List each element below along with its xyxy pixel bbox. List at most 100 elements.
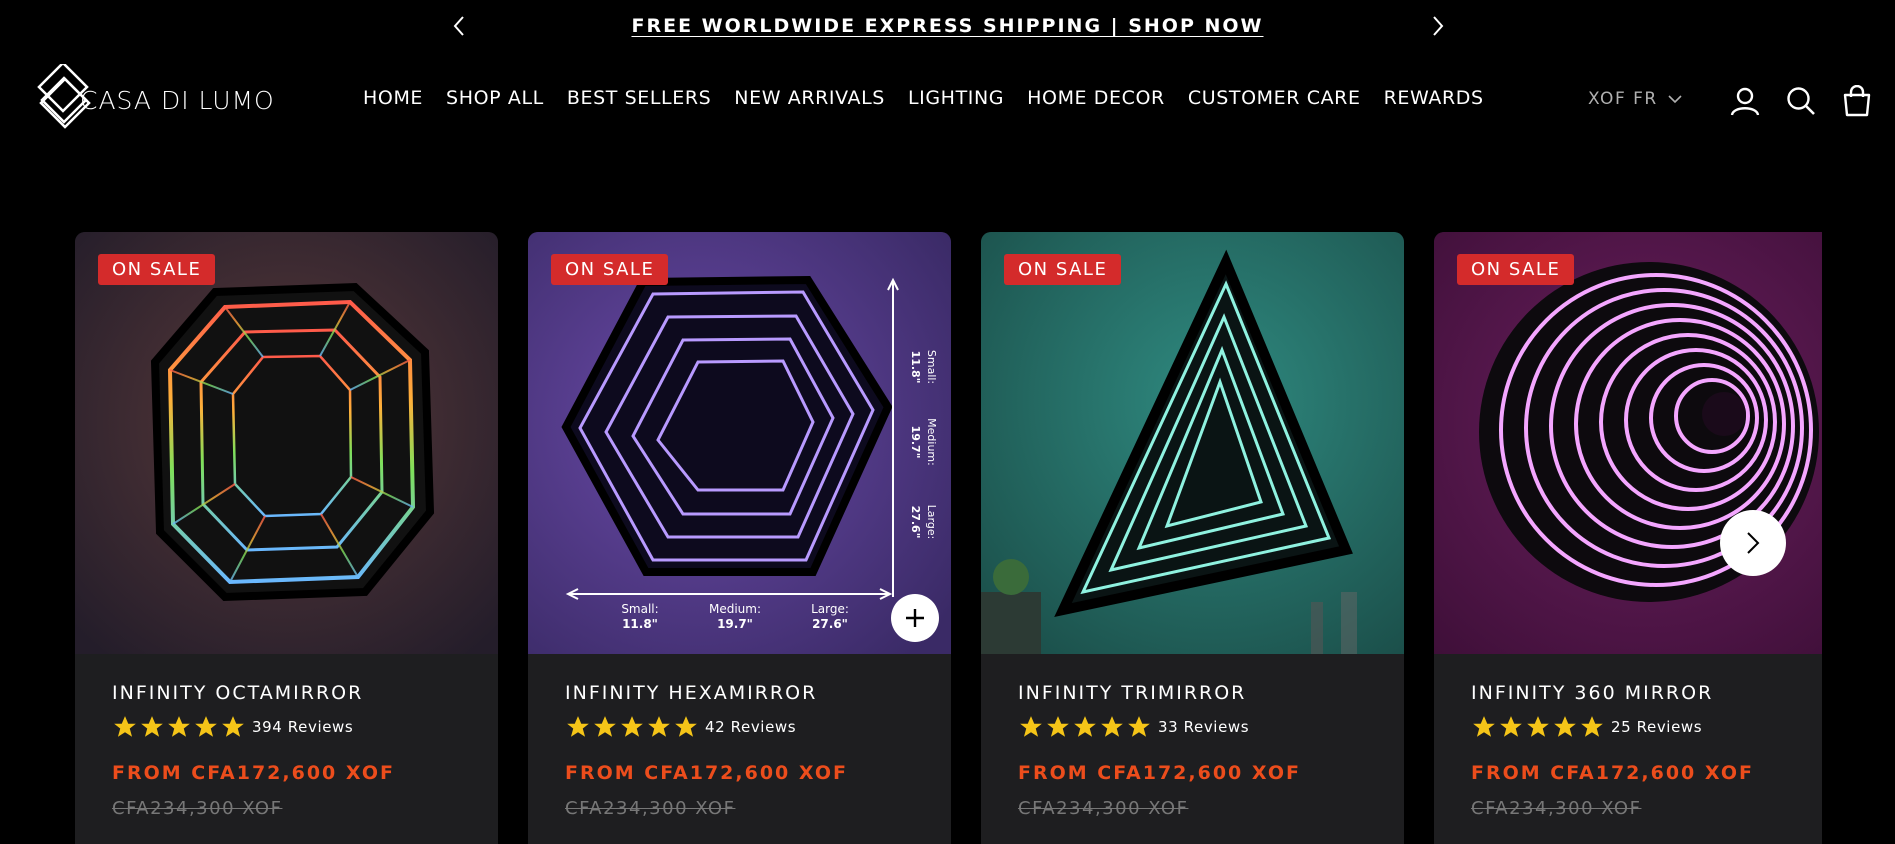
product-rating: 25 Reviews: [1471, 714, 1820, 740]
search-button[interactable]: [1784, 84, 1818, 118]
product-name[interactable]: INFINITY TRIMIRROR: [1018, 682, 1367, 704]
star-icon: [594, 716, 616, 737]
nav-item-best-sellers[interactable]: BEST SELLERS: [567, 87, 711, 109]
star-rating: [565, 714, 699, 740]
size-large-label: Large:: [811, 602, 849, 616]
brand-name: CASA DI LUMO: [80, 85, 275, 115]
product-rating: 42 Reviews: [565, 714, 914, 740]
product-name[interactable]: INFINITY OCTAMIRROR: [112, 682, 461, 704]
nav-item-lighting[interactable]: LIGHTING: [908, 87, 1004, 109]
size-medium-label-vertical: Medium:: [925, 418, 938, 466]
star-icon: [1581, 716, 1603, 737]
product-rating: 394 Reviews: [112, 714, 461, 740]
size-small-label-vertical: Small:: [925, 350, 938, 384]
review-count[interactable]: 394 Reviews: [252, 718, 353, 736]
search-icon: [1787, 87, 1815, 115]
star-icon: [675, 716, 697, 737]
product-rating: 33 Reviews: [1018, 714, 1367, 740]
product-name[interactable]: INFINITY HEXAMIRROR: [565, 682, 914, 704]
star-icon: [567, 716, 589, 737]
announcement-next-button[interactable]: [1426, 14, 1450, 38]
size-medium-value-vertical: 19.7": [909, 426, 922, 459]
size-large-label-vertical: Large:: [925, 505, 938, 540]
chevron-right-icon: [1433, 16, 1444, 36]
nav-item-rewards[interactable]: REWARDS: [1384, 87, 1484, 109]
size-small-value: 11.8": [622, 617, 658, 631]
star-rating: [1018, 714, 1152, 740]
cart-icon: [1843, 85, 1871, 117]
star-icon: [1473, 716, 1495, 737]
brand-logo[interactable]: CASA DI LUMO: [28, 64, 275, 136]
star-icon: [168, 716, 190, 737]
nav-item-shop-all[interactable]: SHOP ALL: [446, 87, 544, 109]
size-large-value: 27.6": [812, 617, 848, 631]
compare-price: CFA234,300 XOF: [1471, 798, 1642, 819]
main-nav: HOME SHOP ALL BEST SELLERS NEW ARRIVALS …: [363, 87, 1507, 109]
sale-badge: ON SALE: [1004, 254, 1122, 285]
product-image[interactable]: ON SALE: [1434, 232, 1822, 654]
star-rating: [112, 714, 246, 740]
product-name[interactable]: INFINITY 360 MIRROR: [1471, 682, 1820, 704]
star-icon: [621, 716, 643, 737]
octamirror-image: [75, 232, 498, 654]
star-icon: [141, 716, 163, 737]
chevron-right-icon: [1747, 532, 1760, 554]
sale-price: FROM CFA172,600 XOF: [1018, 762, 1301, 784]
chevron-down-icon: [1668, 94, 1682, 103]
star-icon: [195, 716, 217, 737]
star-icon: [1074, 716, 1096, 737]
star-icon: [1500, 716, 1522, 737]
nav-item-customer-care[interactable]: CUSTOMER CARE: [1188, 87, 1361, 109]
compare-price: CFA234,300 XOF: [565, 798, 736, 819]
account-icon: [1730, 87, 1760, 116]
product-image[interactable]: ON SALE: [981, 232, 1404, 654]
star-icon: [1020, 716, 1042, 737]
product-card[interactable]: Small: 11.8" Medium: 19.7" Large: 27.6" …: [528, 232, 951, 844]
product-image[interactable]: Small: 11.8" Medium: 19.7" Large: 27.6" …: [528, 232, 951, 654]
size-medium-label: Medium:: [709, 602, 761, 616]
star-icon: [1527, 716, 1549, 737]
star-icon: [114, 716, 136, 737]
compare-price: CFA234,300 XOF: [112, 798, 283, 819]
review-count[interactable]: 33 Reviews: [1158, 718, 1249, 736]
size-large-value-vertical: 27.6": [909, 506, 922, 539]
star-icon: [648, 716, 670, 737]
compare-price: CFA234,300 XOF: [1018, 798, 1189, 819]
sale-price: FROM CFA172,600 XOF: [1471, 762, 1754, 784]
product-image[interactable]: ON SALE: [75, 232, 498, 654]
size-medium-value: 19.7": [717, 617, 753, 631]
account-button[interactable]: [1728, 84, 1762, 118]
trimirror-image: [981, 232, 1404, 654]
size-small-label: Small:: [621, 602, 658, 616]
star-rating: [1471, 714, 1605, 740]
cart-button[interactable]: [1840, 84, 1874, 118]
locale-label: XOF FR: [1588, 89, 1658, 109]
star-icon: [222, 716, 244, 737]
star-icon: [1128, 716, 1150, 737]
sale-badge: ON SALE: [1457, 254, 1575, 285]
sale-price: FROM CFA172,600 XOF: [565, 762, 848, 784]
star-icon: [1554, 716, 1576, 737]
carousel-next-button[interactable]: [1720, 510, 1786, 576]
sale-price: FROM CFA172,600 XOF: [112, 762, 395, 784]
announcement-link[interactable]: FREE WORLDWIDE EXPRESS SHIPPING | SHOP N…: [0, 15, 1895, 37]
product-card[interactable]: ON SALE INFINITY TRIMIRROR 33 Reviews FR…: [981, 232, 1404, 844]
sale-badge: ON SALE: [98, 254, 216, 285]
plus-icon: [906, 609, 924, 627]
hexamirror-image: Small: 11.8" Medium: 19.7" Large: 27.6" …: [528, 232, 951, 654]
site-header: CASA DI LUMO HOME SHOP ALL BEST SELLERS …: [0, 52, 1895, 147]
nav-item-new-arrivals[interactable]: NEW ARRIVALS: [734, 87, 885, 109]
star-icon: [1101, 716, 1123, 737]
size-small-value-vertical: 11.8": [909, 351, 922, 384]
product-carousel: ON SALE INFINITY OCTAMIRROR 394 Reviews …: [75, 232, 1822, 844]
product-card[interactable]: ON SALE INFINITY OCTAMIRROR 394 Reviews …: [75, 232, 498, 844]
announcement-bar: FREE WORLDWIDE EXPRESS SHIPPING | SHOP N…: [0, 0, 1895, 52]
nav-item-home[interactable]: HOME: [363, 87, 423, 109]
currency-language-selector[interactable]: XOF FR: [1588, 89, 1682, 109]
review-count[interactable]: 42 Reviews: [705, 718, 796, 736]
sale-badge: ON SALE: [551, 254, 669, 285]
star-icon: [1047, 716, 1069, 737]
review-count[interactable]: 25 Reviews: [1611, 718, 1702, 736]
quick-add-button[interactable]: [891, 594, 939, 642]
nav-item-home-decor[interactable]: HOME DECOR: [1027, 87, 1165, 109]
